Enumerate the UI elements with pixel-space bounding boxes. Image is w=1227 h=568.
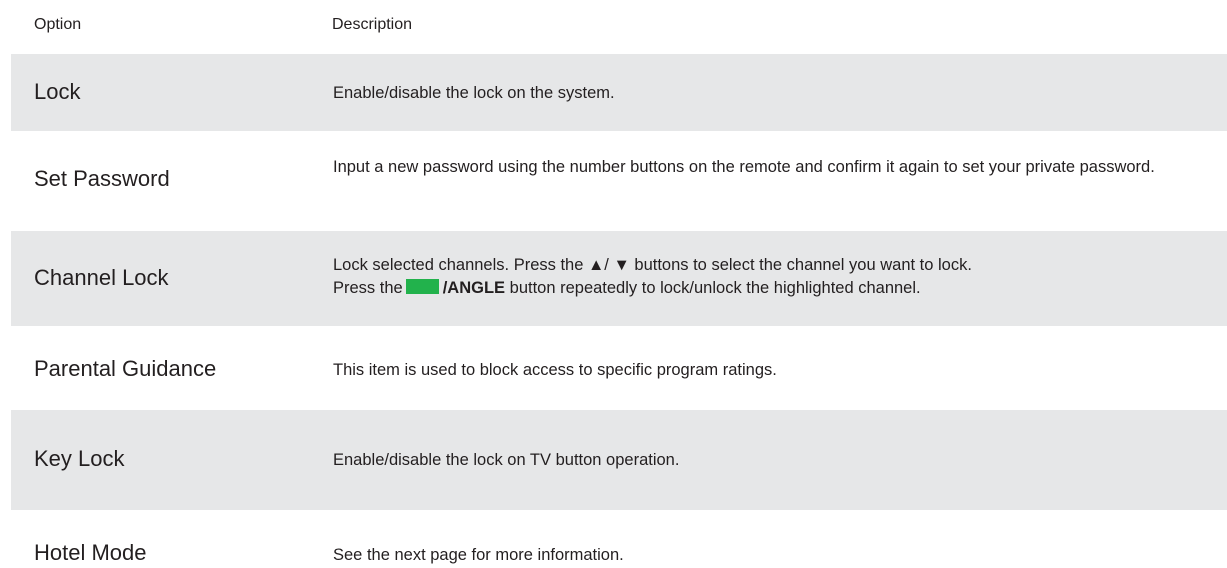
angle-button-label: /ANGLE	[442, 279, 506, 297]
table-row-set-password: Set Password Input a new password using …	[11, 131, 1227, 231]
option-name: Hotel Mode	[34, 540, 147, 565]
table-row-key-lock: Key Lock Enable/disable the lock on TV b…	[11, 410, 1227, 510]
option-name: Lock	[34, 79, 81, 104]
table-row-hotel-mode: Hotel Mode See the next page for more in…	[11, 510, 1227, 568]
option-description: See the next page for more information.	[333, 546, 624, 564]
description-text: button repeatedly to lock/unlock the hig…	[509, 279, 921, 297]
option-column-header: Option	[34, 16, 82, 33]
option-description: Enable/disable the lock on TV button ope…	[333, 451, 680, 469]
table-row-channel-lock: Channel Lock Lock selected channels. Pre…	[11, 231, 1227, 326]
description-column-header: Description	[332, 16, 413, 33]
options-table: Option Description Lock Enable/disable t…	[11, 0, 1227, 568]
option-description: Lock selected channels. Press the ▲/ ▼ b…	[333, 254, 1213, 300]
option-name: Parental Guidance	[34, 356, 217, 381]
option-name: Channel Lock	[34, 265, 169, 290]
description-text: Press the	[333, 279, 403, 297]
option-description: Enable/disable the lock on the system.	[333, 84, 615, 102]
option-name: Key Lock	[34, 446, 125, 471]
description-line: Press the/ANGLE button repeatedly to loc…	[333, 277, 1213, 300]
table-row-parental-guidance: Parental Guidance This item is used to b…	[11, 326, 1227, 410]
table-row-lock: Lock Enable/disable the lock on the syst…	[11, 54, 1227, 131]
option-description: This item is used to block access to spe…	[333, 361, 777, 379]
description-line: Lock selected channels. Press the ▲/ ▼ b…	[333, 256, 972, 274]
option-name: Set Password	[34, 166, 170, 191]
option-description: Input a new password using the number bu…	[333, 158, 1155, 176]
table-header: Option Description	[11, 0, 1227, 54]
green-button-icon	[405, 279, 439, 294]
